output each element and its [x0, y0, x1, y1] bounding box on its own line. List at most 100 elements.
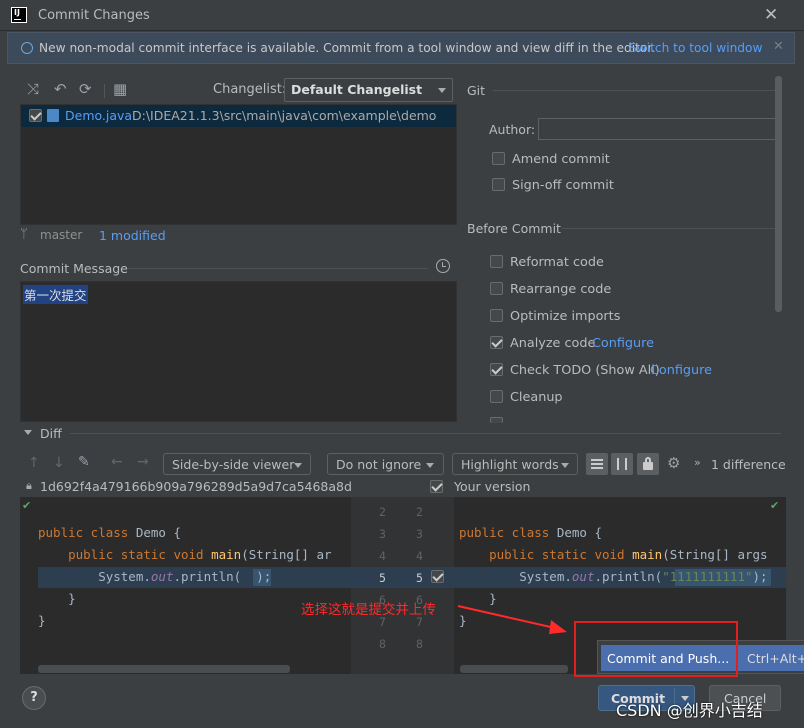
back-icon[interactable]: ←	[111, 454, 123, 470]
right-version-checkbox[interactable]	[430, 480, 443, 493]
divider	[70, 433, 781, 434]
right-version-title: Your version	[454, 479, 531, 494]
changed-files-list[interactable]: Demo.java D:\IDEA21.1.3\src\main\java\co…	[20, 104, 457, 225]
double-chevron-icon[interactable]: »	[694, 456, 701, 469]
line-number: 3	[379, 527, 386, 541]
next-difference-icon[interactable]: ↓	[53, 455, 65, 471]
chevron-down-icon	[426, 463, 434, 468]
red-annotation-text: 选择这就是提交并上传	[301, 602, 436, 618]
author-label: Author:	[489, 122, 536, 137]
code-line: public static void main(String[] ar	[38, 547, 332, 562]
code-line: public class Demo {	[38, 525, 181, 540]
line-number: 2	[379, 505, 386, 519]
banner-text: New non-modal commit interface is availa…	[39, 41, 656, 55]
highlight-dropdown[interactable]: Highlight words	[452, 453, 578, 475]
check-todo-checkbox[interactable]	[490, 363, 503, 376]
watermark: CSDN @创界小吉结	[616, 701, 763, 720]
rollback-arrows-icon[interactable]: ⤨	[27, 80, 39, 98]
changelist-value: Default Changelist	[291, 82, 423, 97]
optimize-imports-checkbox[interactable]	[490, 309, 503, 322]
edit-source-icon[interactable]: ✎	[78, 454, 90, 470]
line-number: 3	[416, 527, 423, 541]
window-title: Commit Changes	[38, 8, 150, 23]
close-banner-button[interactable]: ✕	[773, 39, 784, 54]
reformat-code-label: Reformat code	[510, 255, 604, 270]
file-checkbox[interactable]	[29, 109, 42, 122]
branch-icon: ᛘ	[20, 227, 28, 242]
ignore-value: Do not ignore	[336, 457, 422, 472]
amend-commit-label: Amend commit	[512, 152, 610, 167]
switch-to-tool-window-link[interactable]: Switch to tool window	[629, 41, 762, 55]
todo-configure-link[interactable]: Configure	[650, 363, 712, 378]
sign-off-commit-checkbox[interactable]	[492, 178, 505, 191]
code-line: System.out.println( );	[38, 569, 272, 584]
lock-icon[interactable]	[637, 453, 659, 475]
title-bar: IJ Commit Changes ✕	[0, 0, 804, 31]
git-section-title: Git	[467, 83, 486, 98]
divider	[493, 90, 781, 91]
history-clock-icon[interactable]	[436, 259, 450, 273]
line-number: 2	[416, 505, 423, 519]
reformat-code-checkbox[interactable]	[490, 255, 503, 268]
red-arrow-icon	[457, 605, 567, 634]
horizontal-scrollbar[interactable]	[460, 665, 568, 673]
line-number: 8	[379, 637, 386, 651]
red-highlight-box	[574, 621, 738, 677]
line-number: 4	[416, 549, 423, 563]
collapse-unchanged-icon[interactable]	[586, 453, 608, 475]
group-by-icon[interactable]: ▦	[113, 80, 127, 98]
sync-scroll-icon[interactable]	[611, 453, 633, 475]
sign-off-commit-label: Sign-off commit	[512, 178, 614, 193]
branch-name: master	[40, 228, 83, 242]
options-scrollbar[interactable]	[775, 76, 782, 312]
partial-checkbox	[490, 417, 503, 423]
collapse-diff-icon[interactable]	[24, 430, 32, 435]
commit-message-text: 第一次提交	[23, 285, 88, 304]
viewer-dropdown[interactable]: Side-by-side viewer	[163, 453, 311, 475]
close-window-button[interactable]: ✕	[764, 5, 778, 25]
divider	[562, 228, 781, 229]
analyze-code-label: Analyze code	[510, 336, 596, 351]
gear-icon[interactable]: ⚙	[667, 454, 680, 472]
highlight-value: Highlight words	[461, 457, 559, 472]
commit-message-label: Commit Message	[20, 261, 128, 276]
viewer-value: Side-by-side viewer	[172, 457, 295, 472]
changelist-dropdown[interactable]: Default Changelist	[284, 78, 453, 102]
left-editor[interactable]: ✔ public class Demo { public static void…	[20, 497, 351, 674]
check-todo-label: Check TODO (Show All)	[510, 363, 660, 378]
file-row[interactable]: Demo.java D:\IDEA21.1.3\src\main\java\co…	[21, 105, 456, 127]
refresh-icon[interactable]: ⟳	[79, 80, 92, 98]
info-icon	[21, 42, 33, 54]
info-banner: New non-modal commit interface is availa…	[7, 32, 795, 64]
changelist-label: Changelist:	[213, 82, 287, 97]
java-file-icon	[47, 109, 59, 122]
rearrange-code-checkbox[interactable]	[490, 282, 503, 295]
include-change-checkbox[interactable]	[431, 570, 444, 583]
amend-commit-checkbox[interactable]	[492, 152, 505, 165]
toolbar-divider	[104, 84, 105, 98]
check-mark-icon: ✔	[770, 499, 780, 512]
horizontal-scrollbar[interactable]	[38, 665, 290, 673]
undo-icon[interactable]: ↶	[54, 80, 67, 98]
chevron-down-icon	[561, 463, 569, 468]
forward-icon[interactable]: →	[137, 454, 149, 470]
analyze-configure-link[interactable]: Configure	[592, 336, 654, 351]
file-path: D:\IDEA21.1.3\src\main\java\com\example\…	[132, 108, 437, 123]
code-line: public class Demo {	[459, 525, 602, 540]
author-input[interactable]	[538, 118, 778, 140]
help-button[interactable]: ?	[22, 686, 46, 710]
lock-small-icon: 🔒︎	[26, 479, 32, 492]
diff-gutter: 2 3 4 5 6 7 8 2 3 4 5 6 7 8	[351, 497, 454, 674]
divider	[128, 268, 428, 269]
optimize-imports-label: Optimize imports	[510, 309, 621, 324]
code-line: System.out.println("1111111111");	[459, 569, 768, 584]
commit-message-input[interactable]: 第一次提交	[20, 281, 457, 422]
ignore-dropdown[interactable]: Do not ignore	[327, 453, 444, 475]
prev-difference-icon[interactable]: ↑	[28, 455, 40, 471]
line-number: 4	[379, 549, 386, 563]
analyze-code-checkbox[interactable]	[490, 336, 503, 349]
cleanup-checkbox[interactable]	[490, 390, 503, 403]
cleanup-label: Cleanup	[510, 390, 563, 405]
code-line: }	[38, 613, 46, 628]
modified-count-link[interactable]: 1 modified	[99, 228, 166, 243]
